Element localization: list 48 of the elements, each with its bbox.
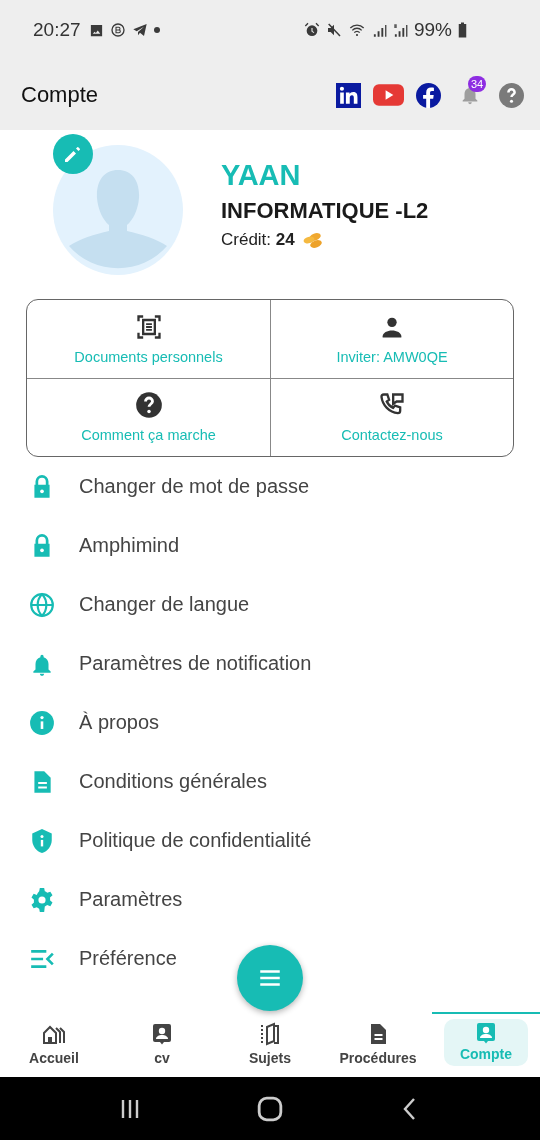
contact-card-icon	[150, 1022, 174, 1046]
menu-item[interactable]: Préférence	[0, 929, 540, 988]
signal-bars-icon	[371, 22, 387, 38]
video-play-icon[interactable]	[373, 84, 404, 106]
study-program: INFORMATIQUE -L2	[221, 197, 429, 224]
contact-card-icon	[474, 1021, 498, 1045]
signal-bars-icon	[392, 22, 408, 38]
credit-balance: Crédit: 24	[221, 229, 295, 250]
page-title: Compte	[21, 82, 99, 108]
nav-tab[interactable]: Accueil	[23, 1019, 85, 1069]
paper-plane-icon	[131, 22, 148, 38]
battery-level: 99%	[413, 19, 452, 41]
book-pages-icon	[258, 1022, 282, 1046]
help-icon	[134, 391, 163, 420]
info-icon	[29, 709, 55, 736]
user-name: YAAN	[221, 158, 302, 192]
chat-bubble-icon	[109, 22, 126, 38]
battery-icon	[458, 22, 467, 38]
help-icon[interactable]	[499, 82, 524, 108]
linkedin-icon[interactable]	[336, 82, 361, 108]
image-icon	[88, 22, 104, 38]
menu-item[interactable]: Changer de langue	[0, 575, 540, 634]
nav-tab[interactable]: Procédures	[333, 1019, 423, 1069]
tile-label: Comment ça marche	[81, 427, 216, 444]
home-icon[interactable]	[257, 1095, 283, 1122]
globe-icon	[29, 591, 55, 618]
menu-item[interactable]: Changer de mot de passe	[0, 457, 540, 516]
tile-label: Documents personnels	[74, 348, 223, 365]
clock-time: 20:27	[33, 19, 81, 41]
nav-tab[interactable]: cv	[144, 1019, 180, 1069]
menu-item[interactable]: Amphimind	[0, 516, 540, 575]
tile-label: Contactez-nous	[341, 427, 443, 444]
notification-badge: 34	[468, 76, 487, 92]
nav-tab[interactable]: Sujets	[243, 1019, 297, 1069]
menu-item[interactable]: Paramètres de notification	[0, 634, 540, 693]
facebook-icon[interactable]	[416, 82, 441, 108]
document-scan-icon	[134, 312, 163, 341]
wifi-icon	[347, 22, 366, 38]
tile-label: Inviter: AMW0QE	[336, 348, 448, 365]
dot-icon	[153, 27, 160, 33]
shield-icon	[29, 827, 55, 854]
menu-item[interactable]: À propos	[0, 693, 540, 752]
settings-icon	[29, 886, 55, 913]
menu-item[interactable]: Conditions générales	[0, 752, 540, 811]
alarm-clock-icon	[303, 22, 320, 38]
menu-item[interactable]: Paramètres	[0, 870, 540, 929]
muted-speaker-icon	[325, 22, 342, 38]
menu-item[interactable]: Politique de confidentialité	[0, 811, 540, 870]
